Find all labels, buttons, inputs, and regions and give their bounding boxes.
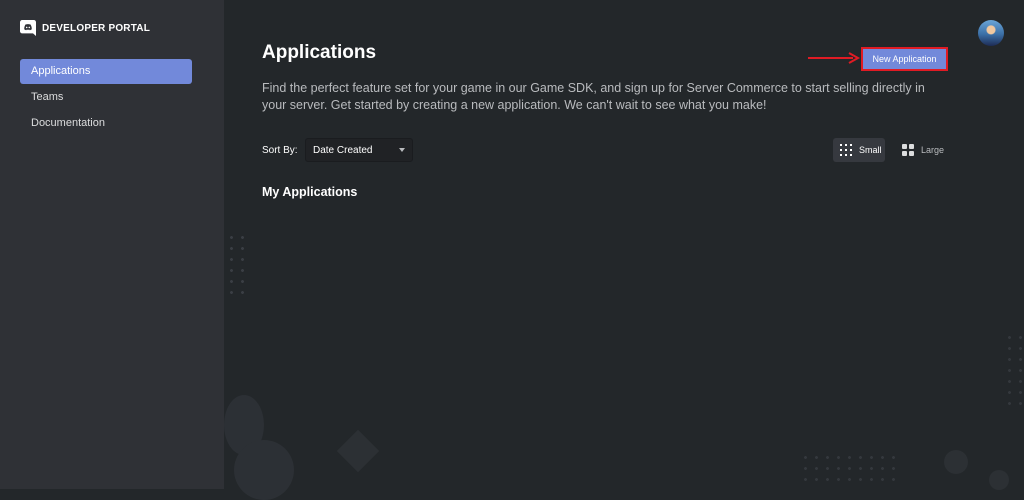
large-grid-icon bbox=[902, 144, 914, 156]
decorative-dot-grid bbox=[800, 452, 900, 489]
decorative-circle bbox=[989, 470, 1009, 490]
view-small-toggle[interactable]: Small bbox=[833, 138, 885, 162]
sort-by-select[interactable]: Date Created bbox=[305, 138, 413, 162]
user-avatar[interactable] bbox=[978, 20, 1004, 46]
sidebar: DEVELOPER PORTAL Applications Teams Docu… bbox=[0, 0, 224, 489]
page-description: Find the perfect feature set for your ga… bbox=[262, 81, 925, 112]
view-large-label: Large bbox=[921, 145, 945, 155]
decorative-circle bbox=[944, 450, 968, 474]
view-large-toggle[interactable]: Large bbox=[895, 138, 947, 162]
sidebar-item-applications[interactable]: Applications bbox=[20, 59, 192, 84]
brand-title: DEVELOPER PORTAL bbox=[42, 22, 151, 34]
view-small-label: Small bbox=[859, 145, 882, 155]
decorative-dot-grid bbox=[1004, 332, 1024, 412]
my-applications-heading: My Applications bbox=[262, 185, 358, 199]
discord-logo-icon bbox=[20, 20, 36, 36]
sidebar-nav: Applications Teams Documentation bbox=[20, 59, 192, 137]
decorative-diamond bbox=[336, 429, 380, 473]
sort-by-label: Sort By: bbox=[262, 145, 298, 156]
sort-by-value: Date Created bbox=[313, 145, 373, 156]
new-application-button[interactable]: New Application bbox=[863, 49, 946, 69]
chevron-down-icon bbox=[399, 148, 405, 152]
sidebar-item-documentation[interactable]: Documentation bbox=[20, 111, 192, 136]
decorative-dot-grid bbox=[226, 232, 248, 302]
small-grid-icon bbox=[840, 144, 852, 156]
brand[interactable]: DEVELOPER PORTAL bbox=[20, 20, 150, 36]
new-application-highlight: New Application bbox=[861, 47, 948, 71]
annotation-arrow-icon bbox=[808, 52, 861, 64]
sidebar-item-teams[interactable]: Teams bbox=[20, 85, 192, 110]
page-title: Applications bbox=[262, 42, 377, 63]
decorative-blob bbox=[234, 440, 294, 500]
